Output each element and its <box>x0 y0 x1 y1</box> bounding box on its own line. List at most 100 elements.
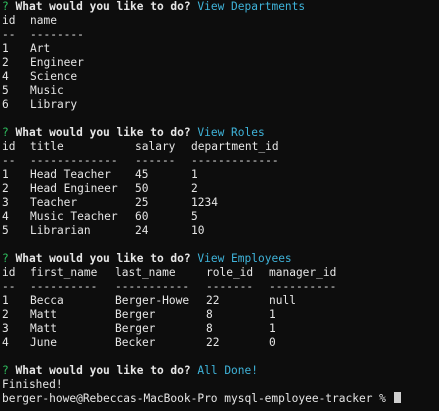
table-header: id name <box>2 14 439 28</box>
table-cell: Teacher <box>30 196 78 209</box>
table-cell: 8 <box>206 322 213 335</box>
column-header: last_name <box>115 266 176 279</box>
table-cell: 1 <box>269 322 276 335</box>
table-cell: 0 <box>269 336 276 349</box>
table-cell: 10 <box>191 224 205 237</box>
table-cell: 22 <box>206 336 220 349</box>
column-rule: ---------- <box>30 280 98 293</box>
table-row: 2 Head Engineer 50 2 <box>2 182 439 196</box>
table-cell: 4 <box>2 210 9 223</box>
table-cell: 3 <box>2 196 9 209</box>
prompt-mark: ? <box>2 364 9 377</box>
prompt-answer: View Departments <box>197 0 306 13</box>
table-cell: 1 <box>269 308 276 321</box>
table-row: 6 Library <box>2 98 439 112</box>
table-cell: 2 <box>2 56 9 69</box>
table-cell: 2 <box>2 308 9 321</box>
column-rule: ------------- <box>191 154 279 167</box>
table-cell: Librarian <box>30 224 91 237</box>
column-rule: ------------- <box>30 154 118 167</box>
table-cell: 4 <box>2 70 9 83</box>
prompt-mark: ? <box>2 252 9 265</box>
table-cell: June <box>30 336 57 349</box>
table-cell: 8 <box>206 308 213 321</box>
table-rule: -- ---------- ----------- ------- ---------- <box>2 280 439 294</box>
table-row: 3 Teacher 25 1234 <box>2 196 439 210</box>
table-cell: Music Teacher <box>30 210 118 223</box>
table-row: 2 Engineer <box>2 56 439 70</box>
table-cell: 24 <box>135 224 149 237</box>
table-row: 4 Science <box>2 70 439 84</box>
table-row: 2 Matt Berger 8 1 <box>2 308 439 322</box>
table-cell: Music <box>30 84 64 97</box>
table-cell: 1234 <box>191 196 218 209</box>
table-cell: Engineer <box>30 56 84 69</box>
table-cell: Head Teacher <box>30 168 111 181</box>
shell-prompt: berger-howe@Rebeccas-MacBook-Pro mysql-e… <box>2 392 386 405</box>
table-cell: 1 <box>191 168 198 181</box>
prompt-question: What would you like to do? <box>15 126 191 139</box>
table-rule: -- ------------- ------ ------------- <box>2 154 439 168</box>
table-cell: Head Engineer <box>30 182 118 195</box>
table-row: 4 June Becker 22 0 <box>2 336 439 350</box>
table-cell: 1 <box>2 168 9 181</box>
column-rule: -------- <box>30 28 84 41</box>
table-cell: 50 <box>135 182 149 195</box>
prompt-question: What would you like to do? <box>15 0 191 13</box>
column-header: first_name <box>30 266 98 279</box>
table-cell: Science <box>30 70 78 83</box>
table-row: 5 Music <box>2 84 439 98</box>
table-cell: 5 <box>191 210 198 223</box>
column-header: department_id <box>191 140 279 153</box>
finished-message: Finished! <box>2 378 63 391</box>
table-cell: 6 <box>2 98 9 111</box>
column-header: role_id <box>206 266 254 279</box>
table-rule: -- -------- <box>2 28 439 42</box>
table-row: 5 Librarian 24 10 <box>2 224 439 238</box>
column-rule: ------- <box>206 280 254 293</box>
table-cell: 60 <box>135 210 149 223</box>
table-cell: 5 <box>2 84 9 97</box>
prompt-line-employees: ? What would you like to do? View Employ… <box>2 252 439 266</box>
prompt-question: What would you like to do? <box>15 252 191 265</box>
column-header: title <box>30 140 64 153</box>
table-cell: null <box>269 294 296 307</box>
prompt-line-departments: ? What would you like to do? View Depart… <box>2 0 439 14</box>
column-rule: ----------- <box>115 280 190 293</box>
table-cell: Becca <box>30 294 64 307</box>
prompt-line-roles: ? What would you like to do? View Roles <box>2 126 439 140</box>
table-cell: Matt <box>30 308 57 321</box>
prompt-mark: ? <box>2 0 9 13</box>
table-cell: Matt <box>30 322 57 335</box>
column-header: manager_id <box>269 266 337 279</box>
table-cell: 4 <box>2 336 9 349</box>
prompt-mark: ? <box>2 126 9 139</box>
column-rule: -- <box>2 280 16 293</box>
table-cell: Art <box>30 42 51 55</box>
column-rule: -- <box>2 154 16 167</box>
table-cell: Library <box>30 98 78 111</box>
table-cell: Berger-Howe <box>115 294 190 307</box>
prompt-answer: All Done! <box>197 364 258 377</box>
column-rule: ------ <box>135 154 176 167</box>
table-row: 3 Matt Berger 8 1 <box>2 322 439 336</box>
table-cell: 1 <box>2 294 9 307</box>
table-cell: 45 <box>135 168 149 181</box>
column-rule: -- <box>2 28 16 41</box>
table-header: id first_name last_name role_id manager_id <box>2 266 439 280</box>
table-cell: 22 <box>206 294 220 307</box>
table-header: id title salary department_id <box>2 140 439 154</box>
column-header: salary <box>135 140 176 153</box>
table-cell: Becker <box>115 336 156 349</box>
table-cell: 2 <box>2 182 9 195</box>
table-cell: Berger <box>115 308 156 321</box>
table-row: 1 Art <box>2 42 439 56</box>
column-header: id <box>2 14 16 27</box>
shell-prompt-line[interactable]: berger-howe@Rebeccas-MacBook-Pro mysql-e… <box>2 392 439 406</box>
table-cell: Berger <box>115 322 156 335</box>
terminal-output: ? What would you like to do? View Depart… <box>2 0 439 406</box>
table-cell: 5 <box>2 224 9 237</box>
table-row: 1 Becca Berger-Howe 22 null <box>2 294 439 308</box>
column-rule: ---------- <box>269 280 337 293</box>
table-cell: 3 <box>2 322 9 335</box>
